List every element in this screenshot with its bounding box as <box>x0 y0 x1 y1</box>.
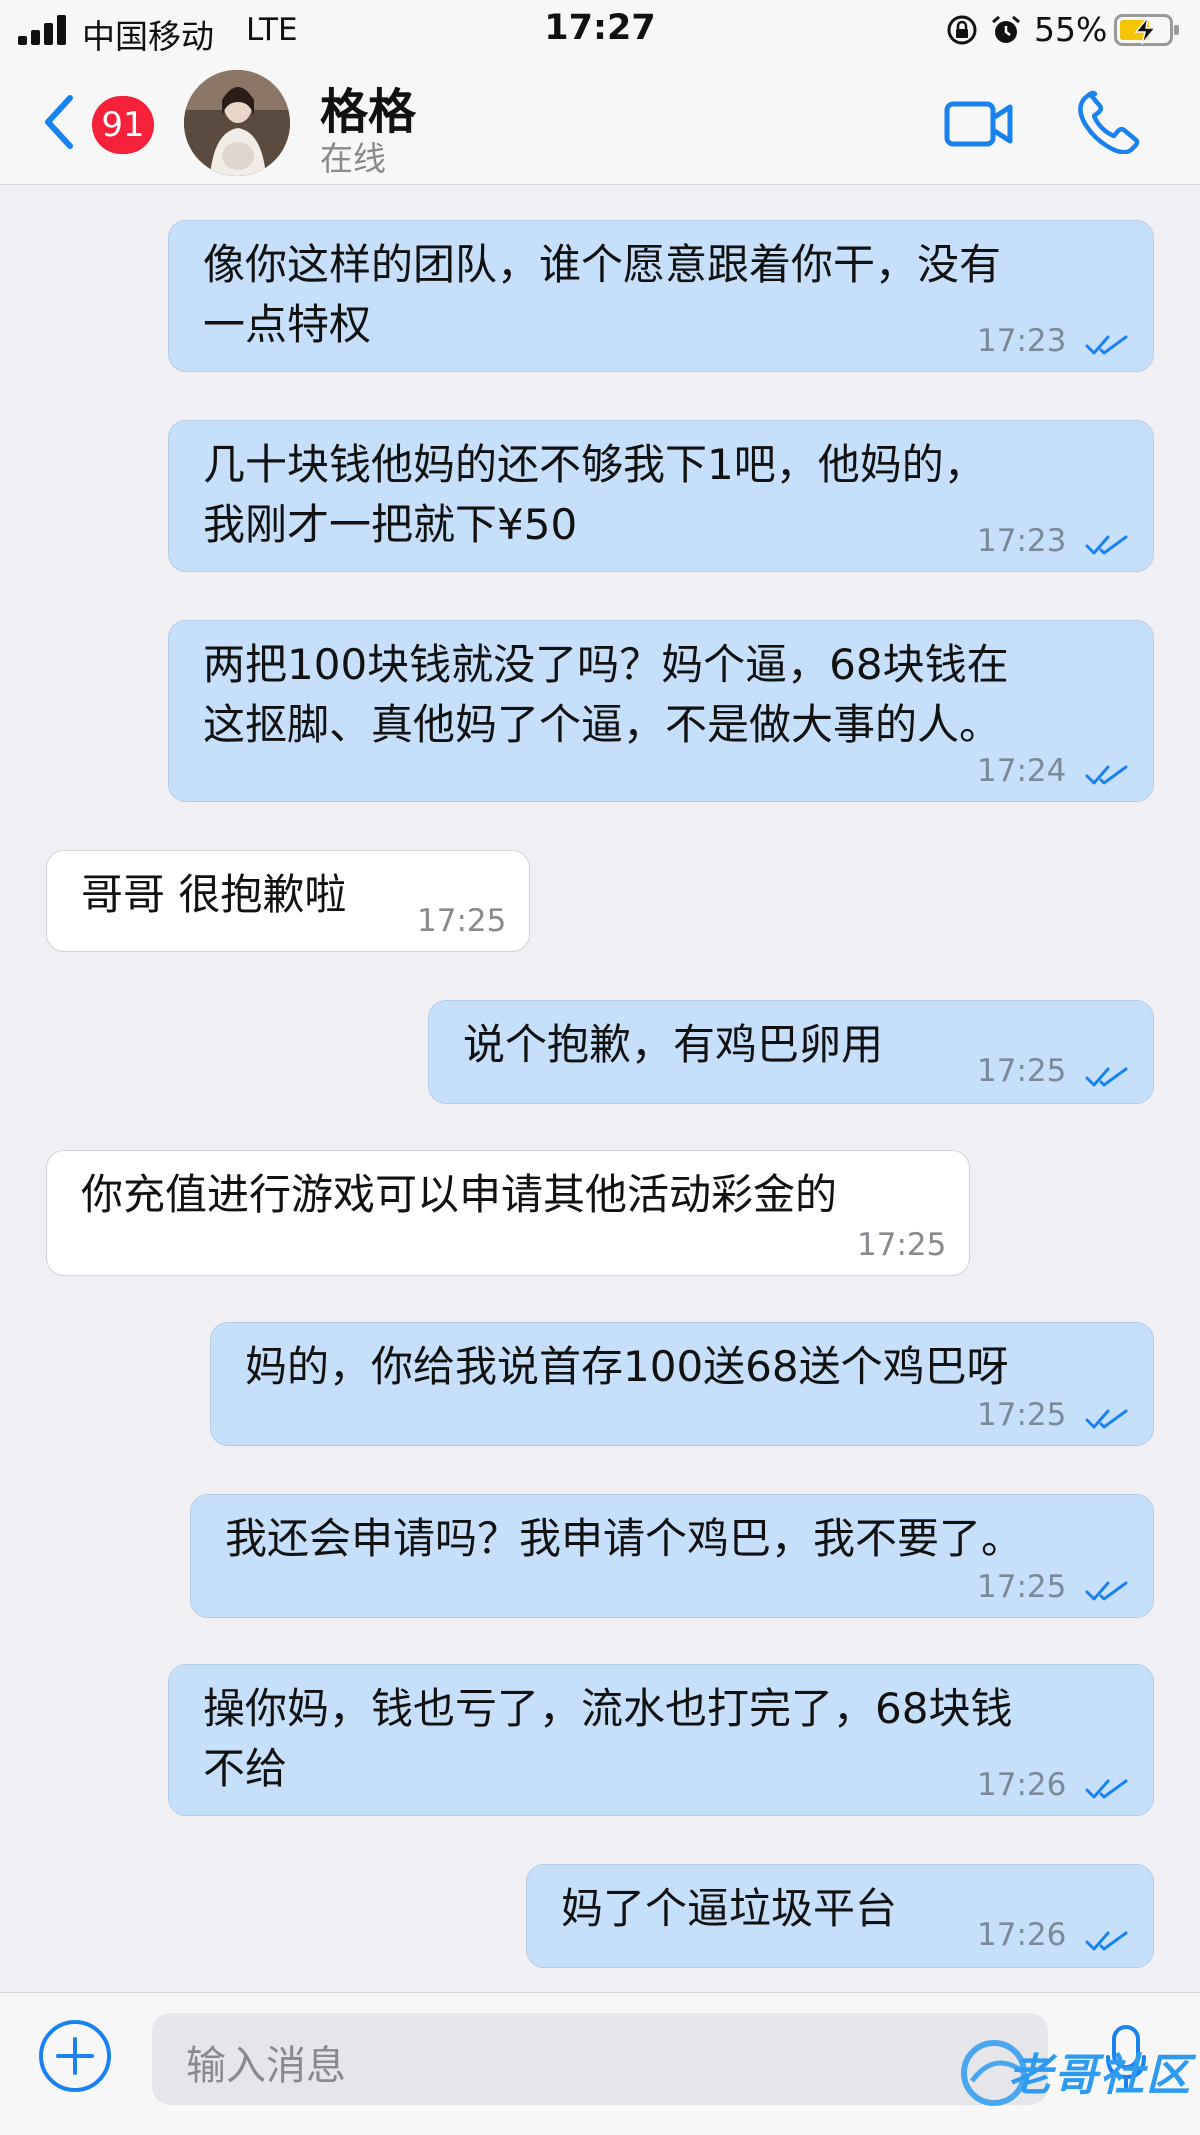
message-input[interactable]: 输入消息 <box>152 2013 1048 2105</box>
outgoing-message[interactable]: 几十块钱他妈的还不够我下1吧，他妈的， 我刚才一把就下¥50 17:23 <box>168 420 1154 572</box>
message-text: 几十块钱他妈的还不够我下1吧，他妈的， 我刚才一把就下¥50 <box>203 440 986 549</box>
message-time: 17:25 <box>417 903 507 939</box>
message-time: 17:26 <box>977 1917 1067 1953</box>
message-text: 操你妈，钱也亏了，流水也打完了，68块钱 不给 <box>203 1684 1013 1793</box>
read-double-check-icon <box>1085 1409 1128 1429</box>
contact-avatar[interactable] <box>184 70 290 176</box>
message-time: 17:24 <box>977 753 1067 789</box>
message-text: 两把100块钱就没了吗？妈个逼，68块钱在 这抠脚、真他妈了个逼，不是做大事的人… <box>203 640 1009 749</box>
read-double-check-icon <box>1085 335 1128 355</box>
watermark-text: 老哥社区 <box>1008 2050 1192 2101</box>
incoming-message[interactable]: 哥哥 很抱歉啦 17:25 <box>46 850 530 952</box>
message-time: 17:23 <box>977 323 1067 359</box>
battery-percent: 55% <box>1034 10 1108 49</box>
incoming-message[interactable]: 你充值进行游戏可以申请其他活动彩金的 17:25 <box>46 1150 970 1276</box>
message-time: 17:25 <box>857 1227 947 1263</box>
read-double-check-icon <box>1085 1067 1128 1087</box>
battery-charging-icon <box>1114 14 1179 46</box>
message-time: 17:25 <box>977 1397 1067 1433</box>
outgoing-message[interactable]: 操你妈，钱也亏了，流水也打完了，68块钱 不给 17:26 <box>168 1664 1154 1816</box>
message-input-placeholder: 输入消息 <box>186 2043 346 2089</box>
back-chevron-icon[interactable] <box>40 92 80 152</box>
message-time: 17:26 <box>977 1767 1067 1803</box>
message-text: 哥哥 很抱歉啦 <box>81 870 347 919</box>
message-text: 像你这样的团队，谁个愿意跟着你干，没有 一点特权 <box>203 240 1002 349</box>
orientation-lock-icon <box>947 15 977 45</box>
message-time: 17:23 <box>977 523 1067 559</box>
read-double-check-icon <box>1085 1581 1128 1601</box>
alarm-icon <box>992 15 1020 43</box>
video-call-icon[interactable] <box>944 96 1014 152</box>
message-text: 妈的，你给我说首存100送68送个鸡巴呀 <box>245 1342 1009 1391</box>
presence-status: 在线 <box>320 139 386 178</box>
phone-call-icon[interactable] <box>1076 90 1140 154</box>
outgoing-message[interactable]: 说个抱歉，有鸡巴卵用 17:25 <box>428 1000 1154 1104</box>
attach-plus-icon[interactable] <box>38 2019 112 2093</box>
read-double-check-icon <box>1085 1779 1128 1799</box>
outgoing-message[interactable]: 妈了个逼垃圾平台 17:26 <box>526 1864 1154 1968</box>
message-time: 17:25 <box>977 1569 1067 1605</box>
watermark-logo: 老哥社区 <box>960 2029 1194 2119</box>
message-text: 我还会申请吗？我申请个鸡巴，我不要了。 <box>225 1514 1024 1563</box>
outgoing-message[interactable]: 我还会申请吗？我申请个鸡巴，我不要了。 17:25 <box>190 1494 1154 1618</box>
outgoing-message[interactable]: 两把100块钱就没了吗？妈个逼，68块钱在 这抠脚、真他妈了个逼，不是做大事的人… <box>168 620 1154 802</box>
message-text: 你充值进行游戏可以申请其他活动彩金的 <box>81 1170 838 1219</box>
message-input-bar: 输入消息 老哥社区 <box>0 1992 1200 2135</box>
unread-count-badge[interactable]: 91 <box>92 96 154 154</box>
chat-header: 91 格格 在线 <box>0 60 1200 185</box>
read-double-check-icon <box>1085 765 1128 785</box>
message-text: 说个抱歉，有鸡巴卵用 <box>463 1020 884 1069</box>
read-double-check-icon <box>1085 535 1128 555</box>
read-double-check-icon <box>1085 1931 1128 1951</box>
outgoing-message[interactable]: 像你这样的团队，谁个愿意跟着你干，没有 一点特权 17:23 <box>168 220 1154 372</box>
message-time: 17:25 <box>977 1053 1067 1089</box>
message-text: 妈了个逼垃圾平台 <box>561 1884 898 1933</box>
outgoing-message[interactable]: 妈的，你给我说首存100送68送个鸡巴呀 17:25 <box>210 1322 1154 1446</box>
status-bar: 中国移动 LTE 17:27 55% <box>0 0 1200 60</box>
